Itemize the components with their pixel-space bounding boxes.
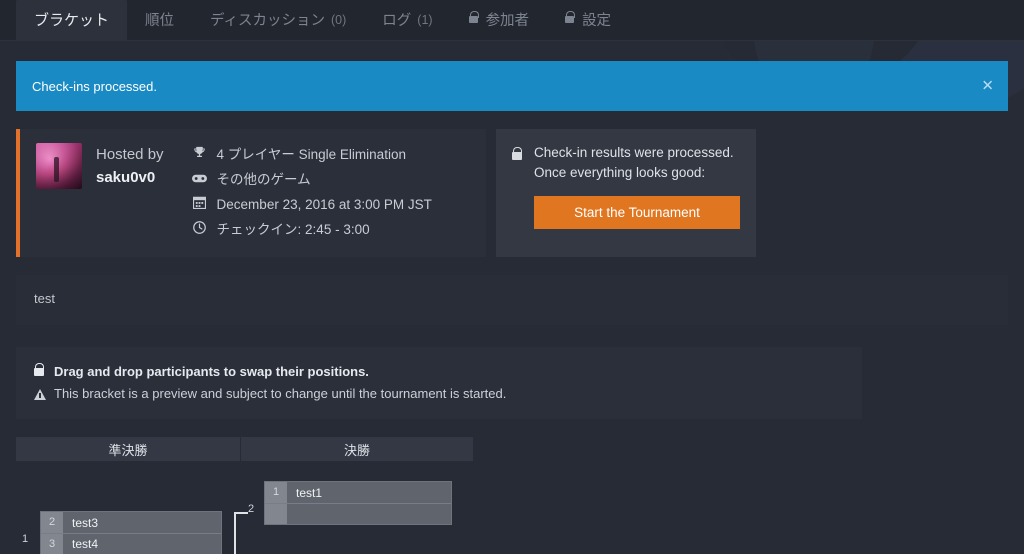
lock-icon xyxy=(512,147,524,243)
warning-triangle-icon xyxy=(34,388,46,400)
match-number-2: 2 xyxy=(248,503,255,516)
close-icon[interactable]: ✕ xyxy=(981,79,994,94)
participant-name: test4 xyxy=(72,537,99,552)
meta-game-text: その他のゲーム xyxy=(216,171,311,187)
host-name: saku0v0 xyxy=(96,169,156,186)
match-1-participant-1[interactable]: 2 test3 xyxy=(41,512,221,534)
meta-row-format: 4 プレイヤー Single Elimination xyxy=(192,143,432,168)
gamepad-icon xyxy=(191,168,207,192)
bracket-connector xyxy=(222,511,266,554)
tab-log[interactable]: ログ (1) xyxy=(364,0,450,40)
tab-bracket[interactable]: ブラケット xyxy=(16,0,128,40)
trophy-icon xyxy=(192,143,207,167)
notice-drag-row: Drag and drop participants to swap their… xyxy=(34,361,844,383)
clock-icon xyxy=(192,218,207,242)
start-tournament-button[interactable]: Start the Tournament xyxy=(534,196,740,230)
participant-name: test1 xyxy=(296,485,323,500)
tournament-description: test xyxy=(16,274,1008,325)
tab-bar: ブラケット 順位 ディスカッション (0) ログ (1) 参加者 設定 xyxy=(0,0,1024,41)
bracket-round-headers: 準決勝 決勝 xyxy=(16,437,1008,462)
lock-icon xyxy=(34,362,44,376)
tab-settings[interactable]: 設定 xyxy=(547,0,629,40)
alert-banner-message: Check-ins processed. xyxy=(32,78,157,94)
meta-date-text: December 23, 2016 at 3:00 PM JST xyxy=(216,196,432,212)
hosted-by-label: Hosted by xyxy=(96,146,164,163)
round-header-semifinal: 準決勝 xyxy=(16,437,240,462)
meta-format-text: 4 プレイヤー Single Elimination xyxy=(216,147,406,162)
tab-log-label: ログ xyxy=(382,13,412,29)
notice-drag-text: Drag and drop participants to swap their… xyxy=(54,363,369,379)
bracket-matches-area: 1 2 test3 3 test4 2 1 test1 xyxy=(16,481,1008,554)
match-1[interactable]: 2 test3 3 test4 xyxy=(40,511,222,554)
round-header-final: 決勝 xyxy=(241,437,473,462)
tab-standings[interactable]: 順位 xyxy=(127,0,192,40)
tournament-meta-list: 4 プレイヤー Single Elimination その他のゲーム Decem… xyxy=(191,143,432,243)
seed-number: 3 xyxy=(41,534,63,554)
match-1-participant-2[interactable]: 3 test4 xyxy=(41,533,221,554)
meta-row-date: December 23, 2016 at 3:00 PM JST xyxy=(192,193,432,218)
notice-warning-row: This bracket is a preview and subject to… xyxy=(34,383,844,405)
match-2[interactable]: 1 test1 xyxy=(264,481,452,526)
tab-discussion[interactable]: ディスカッション (0) xyxy=(192,0,364,40)
match-2-participant-2[interactable] xyxy=(265,503,451,525)
participant-name: test3 xyxy=(72,515,99,530)
avatar xyxy=(36,143,82,189)
meta-checkin-text: チェックイン: 2:45 - 3:00 xyxy=(216,221,370,237)
bracket: 準決勝 決勝 1 2 test3 3 test4 2 1 test1 xyxy=(16,437,1008,554)
checkin-results-panel: Check-in results were processed. Once ev… xyxy=(496,129,756,257)
tab-participants[interactable]: 参加者 xyxy=(451,0,548,40)
tournament-info-card: Hosted by saku0v0 4 プレイヤー Single Elimina… xyxy=(16,129,486,257)
notice-warning-text: This bracket is a preview and subject to… xyxy=(54,385,507,401)
tab-log-count: (1) xyxy=(417,12,433,27)
tab-bracket-label: ブラケット xyxy=(34,12,110,29)
meta-row-game: その他のゲーム xyxy=(191,168,432,193)
bracket-notice: Drag and drop participants to swap their… xyxy=(16,346,862,420)
seed-number: 2 xyxy=(41,512,63,534)
tab-discussion-count: (0) xyxy=(331,12,347,27)
match-2-participant-1[interactable]: 1 test1 xyxy=(265,482,451,504)
meta-row-checkin: チェックイン: 2:45 - 3:00 xyxy=(192,218,432,243)
lock-icon xyxy=(468,11,479,23)
lock-icon xyxy=(565,11,576,23)
match-number-1: 1 xyxy=(22,533,29,546)
tab-discussion-label: ディスカッション xyxy=(210,13,325,29)
tab-standings-label: 順位 xyxy=(145,13,175,29)
seed-number xyxy=(265,504,287,525)
checkin-message: Check-in results were processed. Once ev… xyxy=(534,145,734,180)
tab-participants-label: 参加者 xyxy=(485,13,530,29)
tab-settings-label: 設定 xyxy=(582,13,612,29)
tournament-info-row: Hosted by saku0v0 4 プレイヤー Single Elimina… xyxy=(16,129,1008,257)
seed-number: 1 xyxy=(265,482,287,504)
alert-banner: Check-ins processed. ✕ xyxy=(16,61,1008,111)
calendar-icon xyxy=(192,193,207,217)
